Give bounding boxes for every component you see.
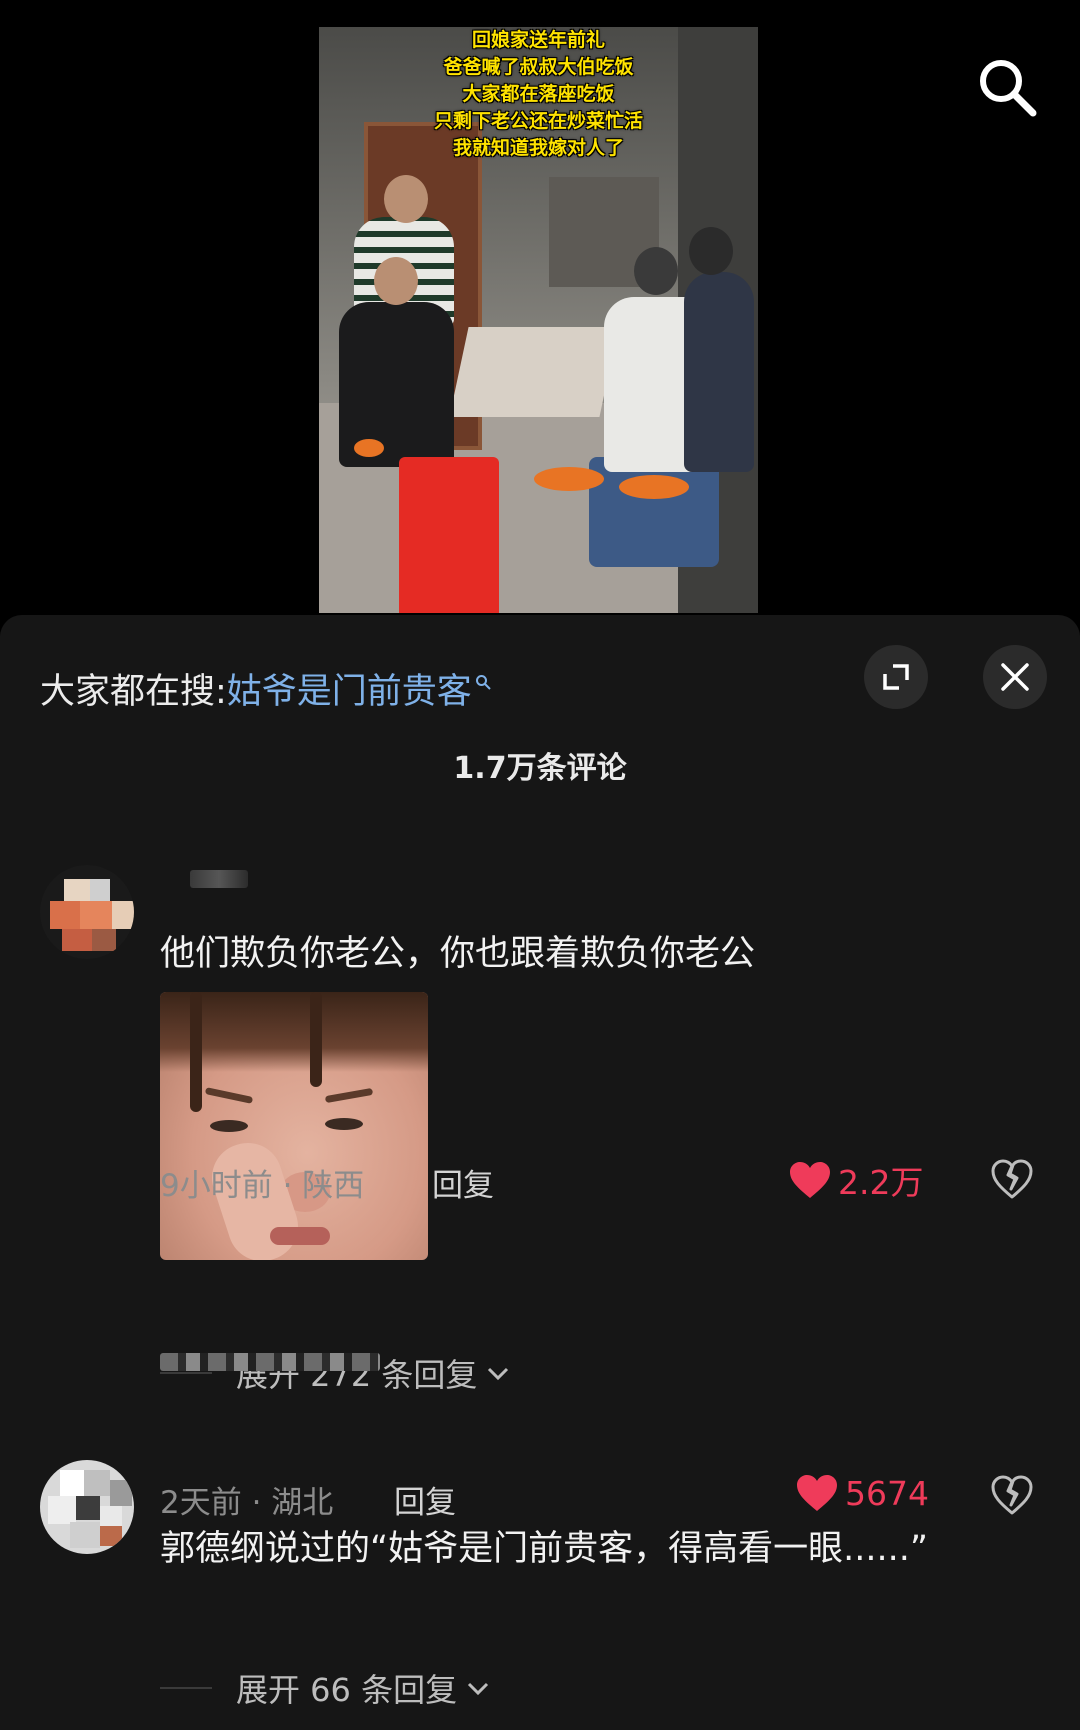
video-orange-stool	[619, 475, 689, 499]
avatar[interactable]	[40, 1460, 134, 1554]
video-caption: 回娘家送年前礼 爸爸喊了叔叔大伯吃饭 大家都在落座吃饭 只剩下老公还在炒菜忙活 …	[319, 27, 758, 162]
comment-time-location: 2天前 · 湖北	[160, 1485, 334, 1521]
username-blurred[interactable]	[160, 1353, 380, 1371]
comment-sticker-image[interactable]	[160, 992, 428, 1260]
reply-button[interactable]: 回复	[432, 1160, 494, 1205]
video-person-head	[374, 257, 418, 305]
like-button[interactable]: 2.2万	[788, 1156, 923, 1204]
divider	[160, 1687, 212, 1689]
sticker-hair	[310, 992, 322, 1087]
sticker-mouth	[270, 1227, 330, 1245]
dislike-button[interactable]	[990, 1473, 1034, 1517]
video-scene-table	[449, 327, 619, 417]
broken-heart-icon	[991, 1475, 1033, 1515]
video-orange-stool	[354, 439, 384, 457]
expand-icon	[883, 664, 909, 690]
search-icon	[475, 675, 491, 691]
video-person-head	[384, 175, 428, 223]
video-person-navy-jacket	[684, 272, 754, 472]
like-count: 2.2万	[838, 1163, 924, 1202]
sticker-eye	[210, 1120, 248, 1132]
comment-count: 1.7万条评论	[453, 751, 627, 786]
video-person-head	[689, 227, 733, 275]
comments-panel: 大家都在搜:姑爷是门前贵客 1.7万条评论 他们欺负你老公，你也跟着欺负你老公	[0, 615, 1080, 1730]
chevron-down-icon	[488, 1367, 509, 1381]
caption-line: 回娘家送年前礼	[471, 29, 605, 51]
close-button[interactable]	[983, 645, 1047, 709]
broken-heart-icon	[991, 1159, 1033, 1199]
comment-text: 郭德纲说过的“姑爷是门前贵客，得高看一眼......”	[160, 1520, 928, 1571]
video-player[interactable]: 回娘家送年前礼 爸爸喊了叔叔大伯吃饭 大家都在落座吃饭 只剩下老公还在炒菜忙活 …	[319, 27, 758, 613]
search-suggestion[interactable]: 大家都在搜:姑爷是门前贵客	[40, 663, 491, 714]
reply-button[interactable]: 回复	[394, 1477, 456, 1522]
video-area: 回娘家送年前礼 爸爸喊了叔叔大伯吃饭 大家都在落座吃饭 只剩下老公还在炒菜忙活 …	[0, 0, 1080, 615]
sticker-brow	[204, 1087, 254, 1104]
close-icon	[1001, 663, 1029, 691]
like-button[interactable]: 5674	[795, 1473, 929, 1513]
caption-line: 大家都在落座吃饭	[462, 83, 615, 105]
heart-filled-icon	[797, 1475, 837, 1511]
dislike-button[interactable]	[990, 1157, 1034, 1201]
avatar[interactable]	[40, 865, 134, 959]
username-blurred[interactable]	[190, 870, 248, 888]
comment-time-location: 9小时前 · 陕西	[160, 1168, 365, 1204]
caption-line: 我就知道我嫁对人了	[452, 137, 624, 159]
like-count: 5674	[845, 1473, 929, 1513]
sticker-hair	[190, 992, 202, 1112]
chevron-down-icon	[468, 1682, 489, 1696]
comment-text: 他们欺负你老公，你也跟着欺负你老公	[160, 934, 756, 974]
expand-button[interactable]	[864, 645, 928, 709]
expand-replies[interactable]: 展开 66 条回复	[160, 1665, 491, 1711]
video-orange-stool	[534, 467, 604, 491]
sticker-brow	[324, 1087, 374, 1104]
search-button[interactable]	[975, 55, 1039, 119]
search-icon	[980, 60, 1037, 117]
search-suggestion-keyword[interactable]: 姑爷是门前贵客	[227, 672, 472, 712]
comment-text-content: 郭德纲说过的“姑爷是门前贵客，得高看一眼......”	[160, 1529, 929, 1569]
search-suggestion-prefix: 大家都在搜:	[40, 672, 227, 712]
caption-line: 只剩下老公还在炒菜忙活	[433, 110, 643, 132]
sticker-eye	[325, 1118, 363, 1130]
heart-filled-icon	[790, 1162, 830, 1198]
caption-line: 爸爸喊了叔叔大伯吃饭	[443, 56, 634, 78]
video-person-head	[634, 247, 678, 295]
video-person-jeans	[589, 457, 719, 567]
expand-replies-label: 展开 66 条回复	[236, 1671, 458, 1709]
video-red-stool	[399, 457, 499, 613]
divider	[160, 1372, 212, 1374]
